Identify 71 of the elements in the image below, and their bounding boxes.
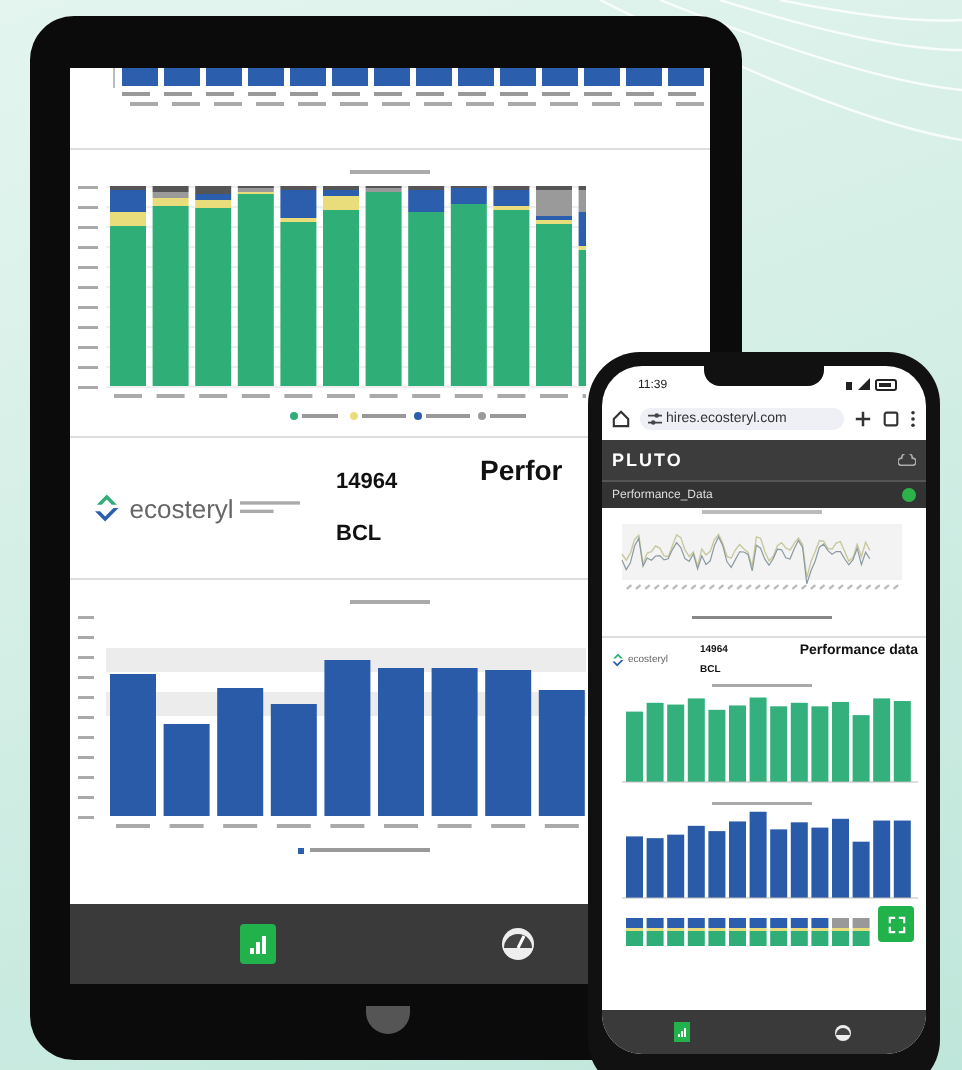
bar	[667, 704, 685, 782]
bar	[832, 701, 849, 782]
cloud-icon[interactable]	[898, 454, 916, 466]
bar-chart-icon	[675, 1026, 688, 1038]
bar	[626, 711, 643, 782]
bar	[790, 702, 808, 782]
bar	[729, 705, 746, 782]
bar	[626, 836, 643, 898]
bar	[770, 829, 788, 898]
bar	[110, 674, 156, 816]
stacked-bar	[667, 918, 685, 946]
stacked-bar	[687, 918, 705, 946]
chart-tab[interactable]	[239, 924, 275, 964]
bar	[770, 706, 788, 782]
bar	[708, 831, 726, 898]
gauge-tab[interactable]	[832, 1021, 855, 1043]
machine-id: 14964	[336, 470, 400, 494]
bar-chart-icon	[245, 932, 269, 956]
site-settings-icon	[648, 411, 662, 425]
bar	[729, 821, 746, 898]
tagline-drawing	[239, 500, 300, 516]
stacked-bar	[749, 918, 767, 946]
expand-icon	[887, 915, 905, 933]
report-title: Perfor	[480, 454, 563, 486]
stacked-bar	[708, 918, 726, 946]
stacked-bar	[626, 918, 643, 946]
fullscreen-button[interactable]	[878, 906, 914, 942]
bar	[893, 820, 911, 898]
menu-icon[interactable]	[910, 409, 916, 427]
stacked-bar	[832, 918, 849, 946]
bar	[667, 834, 685, 898]
gauge-icon	[834, 1023, 853, 1041]
bar	[749, 811, 767, 898]
logo-text: ecosteryl	[129, 493, 234, 523]
brand-logo: PLUTO	[612, 450, 683, 470]
status-icons	[846, 378, 898, 392]
stacked-bar	[852, 918, 870, 946]
bar	[811, 706, 829, 782]
bar	[811, 827, 829, 898]
bar	[790, 822, 808, 898]
bar	[832, 818, 849, 898]
stacked-bar	[729, 918, 746, 946]
machine-type: BCL	[336, 522, 384, 546]
new-tab-icon[interactable]	[854, 409, 872, 427]
bar	[873, 698, 891, 782]
stacked-bar	[646, 918, 664, 946]
bar	[687, 825, 705, 898]
stacked-bar	[770, 918, 788, 946]
bar	[646, 702, 664, 782]
home-button[interactable]	[366, 1006, 410, 1034]
bar	[852, 715, 870, 782]
status-dot	[902, 488, 916, 502]
gauge-icon	[499, 926, 535, 962]
home-icon[interactable]	[612, 409, 630, 427]
bar	[538, 690, 585, 816]
bar	[749, 697, 767, 782]
stacked-bar	[811, 918, 829, 946]
bar	[163, 724, 210, 816]
stacked-bar	[790, 918, 808, 946]
bar	[852, 841, 870, 898]
bar	[873, 820, 891, 898]
logo-icon	[610, 652, 626, 668]
chart-tab[interactable]	[673, 1022, 690, 1042]
bar	[893, 701, 911, 782]
bar	[687, 698, 705, 782]
bar	[217, 688, 264, 816]
camera-notch	[704, 364, 824, 386]
tabs-icon[interactable]	[882, 409, 900, 427]
bar	[270, 704, 317, 816]
bar	[708, 709, 726, 782]
bar	[646, 838, 664, 898]
